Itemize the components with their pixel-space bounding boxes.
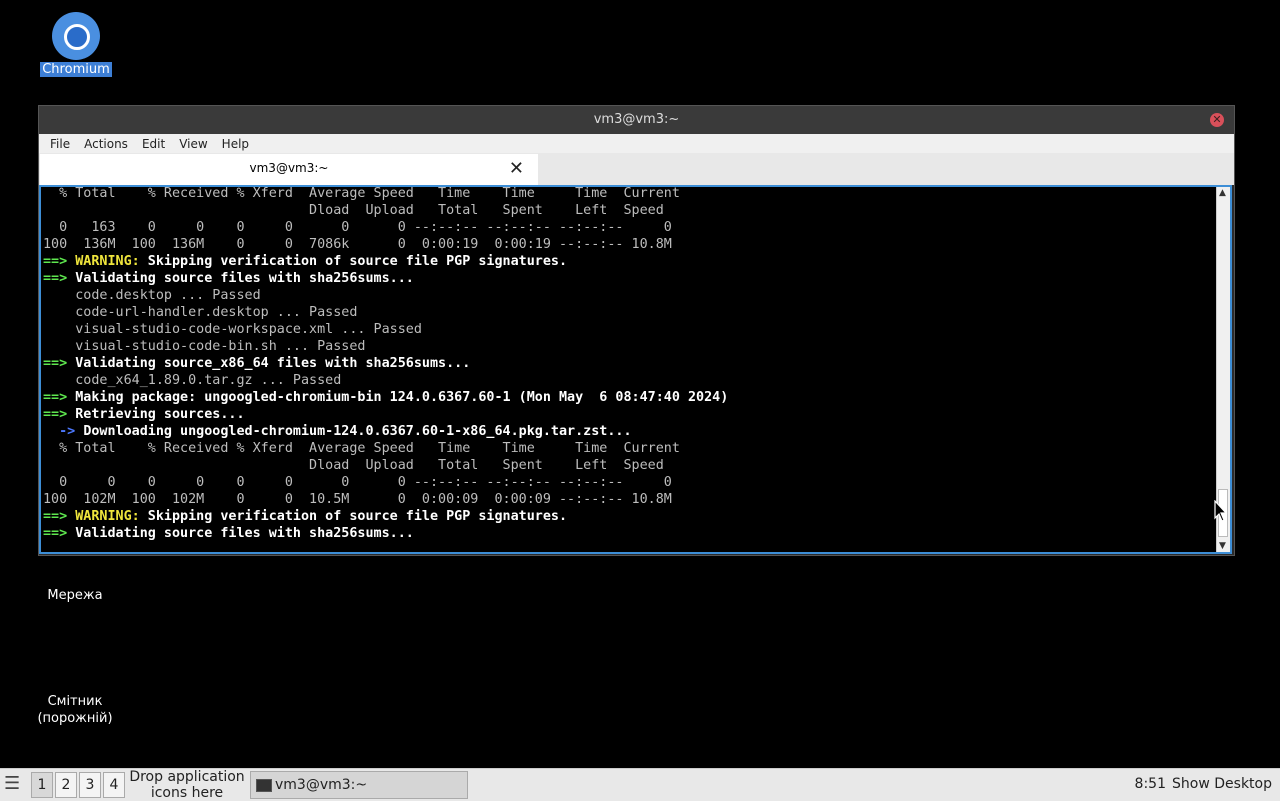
network-label: Мережа [47,588,103,603]
terminal-segment: visual-studio-code-workspace.xml ... Pas… [43,322,422,337]
drop-line-2: icons here [150,785,224,801]
terminal-tab[interactable]: vm3@vm3:~ ✕ [40,154,538,185]
terminal-line: code.desktop ... Passed [43,287,728,304]
terminal-icon [256,778,272,792]
terminal-segment: WARNING: [75,254,140,269]
terminal-segment: code.desktop ... Passed [43,288,261,303]
clock[interactable]: 8:51 [1135,776,1166,792]
terminal-segment: Skipping verification of source file PGP… [139,509,568,524]
terminal-segment: % Total % Received % Xferd Average Speed… [43,441,680,456]
window-title: vm3@vm3:~ [593,112,680,127]
terminal-line: ==> Validating source files with sha256s… [43,525,728,542]
menubar: File Actions Edit View Help [39,134,1234,153]
terminal-line: 0 0 0 0 0 0 0 0 --:--:-- --:--:-- --:--:… [43,474,728,491]
terminal-segment: ==> [43,526,76,541]
terminal-segment: Validating source files with sha256sums.… [75,526,414,541]
terminal-line: ==> WARNING: Skipping verification of so… [43,253,728,270]
workspace-4-button[interactable]: 4 [103,772,125,798]
task-label: vm3@vm3:~ [275,777,368,793]
terminal-segment: WARNING: [75,509,140,524]
tab-close-icon[interactable]: ✕ [509,154,524,183]
menu-view[interactable]: View [172,137,214,151]
terminal-output[interactable]: % Total % Received % Xferd Average Speed… [39,185,1232,554]
terminal-line: 100 102M 100 102M 0 0 10.5M 0 0:00:09 0:… [43,491,728,508]
launcher-drop-zone: Drop application icons here [128,769,246,801]
terminal-segment: 100 136M 100 136M 0 0 7086k 0 0:00:19 0:… [43,237,672,252]
terminal-line: ==> WARNING: Skipping verification of so… [43,508,728,525]
terminal-line: visual-studio-code-bin.sh ... Passed [43,338,728,355]
menu-file[interactable]: File [43,137,77,151]
drop-line-1: Drop application [129,769,245,785]
taskbar-terminal-button[interactable]: vm3@vm3:~ [250,771,468,799]
terminal-segment: Validating source_x86_64 files with sha2… [75,356,471,371]
terminal-segment: ==> [43,254,76,269]
terminal-line: 100 136M 100 136M 0 0 7086k 0 0:00:19 0:… [43,236,728,253]
trash-desktop-icon[interactable]: Смітник (порожній) [22,693,128,727]
terminal-segment: Retrieving sources... [75,407,245,422]
menu-help[interactable]: Help [215,137,256,151]
terminal-text: % Total % Received % Xferd Average Speed… [43,185,728,542]
scroll-up-icon[interactable]: ▲ [1219,188,1226,198]
terminal-line: ==> Validating source files with sha256s… [43,270,728,287]
chromium-icon [52,12,100,60]
terminal-line: Dload Upload Total Spent Left Speed [43,457,728,474]
terminal-segment: Dload Upload Total Spent Left Speed [43,458,664,473]
terminal-line: code_x64_1.89.0.tar.gz ... Passed [43,372,728,389]
terminal-segment: Validating source files with sha256sums.… [75,271,414,286]
terminal-segment: ==> [43,271,76,286]
terminal-line: ==> Retrieving sources... [43,406,728,423]
workspace-2-button[interactable]: 2 [55,772,77,798]
workspace-1-button[interactable]: 1 [31,772,53,798]
terminal-segment: ==> [43,390,76,405]
terminal-segment: ==> [43,509,76,524]
terminal-segment: Downloading ungoogled-chromium-124.0.636… [83,424,632,439]
chromium-desktop-icon[interactable]: Chromium [38,12,114,77]
terminal-segment: Skipping verification of source file PGP… [139,254,568,269]
terminal-segment: -> [43,424,84,439]
window-titlebar[interactable]: vm3@vm3:~ ✕ [39,106,1234,134]
terminal-line: % Total % Received % Xferd Average Speed… [43,440,728,457]
terminal-line: Dload Upload Total Spent Left Speed [43,202,728,219]
terminal-segment: visual-studio-code-bin.sh ... Passed [43,339,366,354]
trash-label-line2: (порожній) [37,711,113,726]
terminal-segment: code_x64_1.89.0.tar.gz ... Passed [43,373,342,388]
show-desktop-button[interactable]: Show Desktop [1172,776,1272,792]
workspace-3-button[interactable]: 3 [79,772,101,798]
terminal-segment: code-url-handler.desktop ... Passed [43,305,358,320]
start-menu-icon[interactable]: ☰ [4,773,20,794]
terminal-line: % Total % Received % Xferd Average Speed… [43,185,728,202]
terminal-line: code-url-handler.desktop ... Passed [43,304,728,321]
terminal-line: ==> Making package: ungoogled-chromium-b… [43,389,728,406]
terminal-line: visual-studio-code-workspace.xml ... Pas… [43,321,728,338]
network-desktop-icon[interactable]: Мережа [30,588,120,603]
terminal-segment: Dload Upload Total Spent Left Speed [43,203,664,218]
terminal-segment: Making package: ungoogled-chromium-bin 1… [75,390,729,405]
terminal-line: 0 163 0 0 0 0 0 0 --:--:-- --:--:-- --:-… [43,219,728,236]
scroll-down-icon[interactable]: ▼ [1219,541,1226,551]
terminal-line: -> Downloading ungoogled-chromium-124.0.… [43,423,728,440]
terminal-segment: ==> [43,356,76,371]
terminal-segment: % Total % Received % Xferd Average Speed… [43,186,680,201]
terminal-segment: 0 0 0 0 0 0 0 0 --:--:-- --:--:-- --:--:… [43,475,672,490]
terminal-line: ==> Validating source_x86_64 files with … [43,355,728,372]
terminal-segment: 100 102M 100 102M 0 0 10.5M 0 0:00:09 0:… [43,492,672,507]
close-icon[interactable]: ✕ [1210,113,1224,127]
taskbar: ☰ 1 2 3 4 Drop application icons here vm… [0,768,1280,801]
terminal-segment: 0 163 0 0 0 0 0 0 --:--:-- --:--:-- --:-… [43,220,672,235]
menu-edit[interactable]: Edit [135,137,172,151]
mouse-pointer-icon [1214,500,1228,522]
scrollbar[interactable]: ▲ ▼ [1216,187,1230,552]
trash-label-line1: Смітник [47,694,103,709]
tab-label: vm3@vm3:~ [249,161,329,175]
chromium-label: Chromium [40,62,112,77]
terminal-window: vm3@vm3:~ ✕ File Actions Edit View Help … [38,105,1235,556]
tab-bar: vm3@vm3:~ ✕ [39,153,1234,185]
menu-actions[interactable]: Actions [77,137,135,151]
terminal-segment: ==> [43,407,76,422]
